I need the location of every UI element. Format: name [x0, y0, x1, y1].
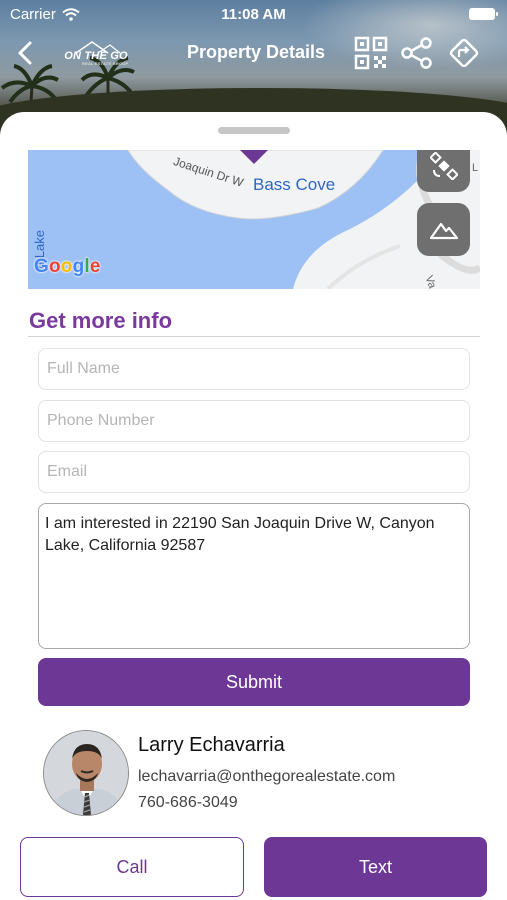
navigation-bar: ON THE GO REAL ESTATE GROUP Property Det… — [0, 30, 507, 76]
status-bar: Carrier 11:08 AM — [0, 0, 507, 28]
share-icon[interactable] — [400, 36, 434, 70]
agent-name: Larry Echavarria — [138, 734, 285, 756]
page-title: Property Details — [186, 42, 326, 62]
terrain-icon — [429, 222, 458, 239]
terrain-view-button[interactable] — [417, 203, 470, 256]
brand-logo: ON THE GO REAL ESTATE GROUP — [60, 40, 132, 66]
google-logo: Google — [34, 256, 101, 278]
directions-icon[interactable] — [447, 36, 481, 70]
agent-photo — [44, 731, 128, 815]
qr-code-icon[interactable] — [354, 36, 388, 70]
email-field[interactable] — [38, 451, 470, 493]
full-name-field[interactable] — [38, 348, 470, 390]
back-chevron-icon[interactable] — [12, 38, 40, 68]
google-logo-letter: e — [89, 256, 101, 277]
phone-number-field[interactable] — [38, 400, 470, 442]
google-logo-letter: o — [48, 256, 61, 277]
google-logo-letter: o — [60, 256, 73, 277]
map-edge-label-top: L — [472, 162, 479, 174]
satellite-view-button[interactable] — [417, 150, 470, 192]
text-button[interactable]: Text — [264, 837, 487, 897]
battery-icon — [469, 8, 498, 20]
google-logo-letter: g — [72, 256, 85, 277]
agent-email[interactable]: lechavarria@onthegorealestate.com — [138, 768, 395, 786]
map-cove-label: Bass Cove — [253, 175, 336, 194]
property-map[interactable]: Joaquin Dr W Bass Cove n Lake L Va Googl… — [28, 150, 480, 289]
google-logo-letter: G — [34, 256, 49, 277]
call-button[interactable]: Call — [20, 837, 244, 897]
sheet-grabber-handle[interactable] — [218, 127, 290, 134]
status-time: 11:08 AM — [221, 6, 286, 23]
satellite-icon — [429, 151, 458, 180]
submit-button[interactable]: Submit — [38, 658, 470, 706]
agent-avatar — [43, 730, 129, 816]
agent-phone[interactable]: 760-686-3049 — [138, 794, 238, 812]
logo-subtext: REAL ESTATE GROUP — [82, 61, 129, 66]
property-detail-sheet: Joaquin Dr W Bass Cove n Lake L Va Googl… — [0, 112, 507, 900]
get-more-info-heading: Get more info — [29, 308, 173, 333]
message-textarea[interactable]: I am interested in 22190 San Joaquin Dri… — [38, 503, 470, 649]
section-divider — [28, 336, 480, 337]
